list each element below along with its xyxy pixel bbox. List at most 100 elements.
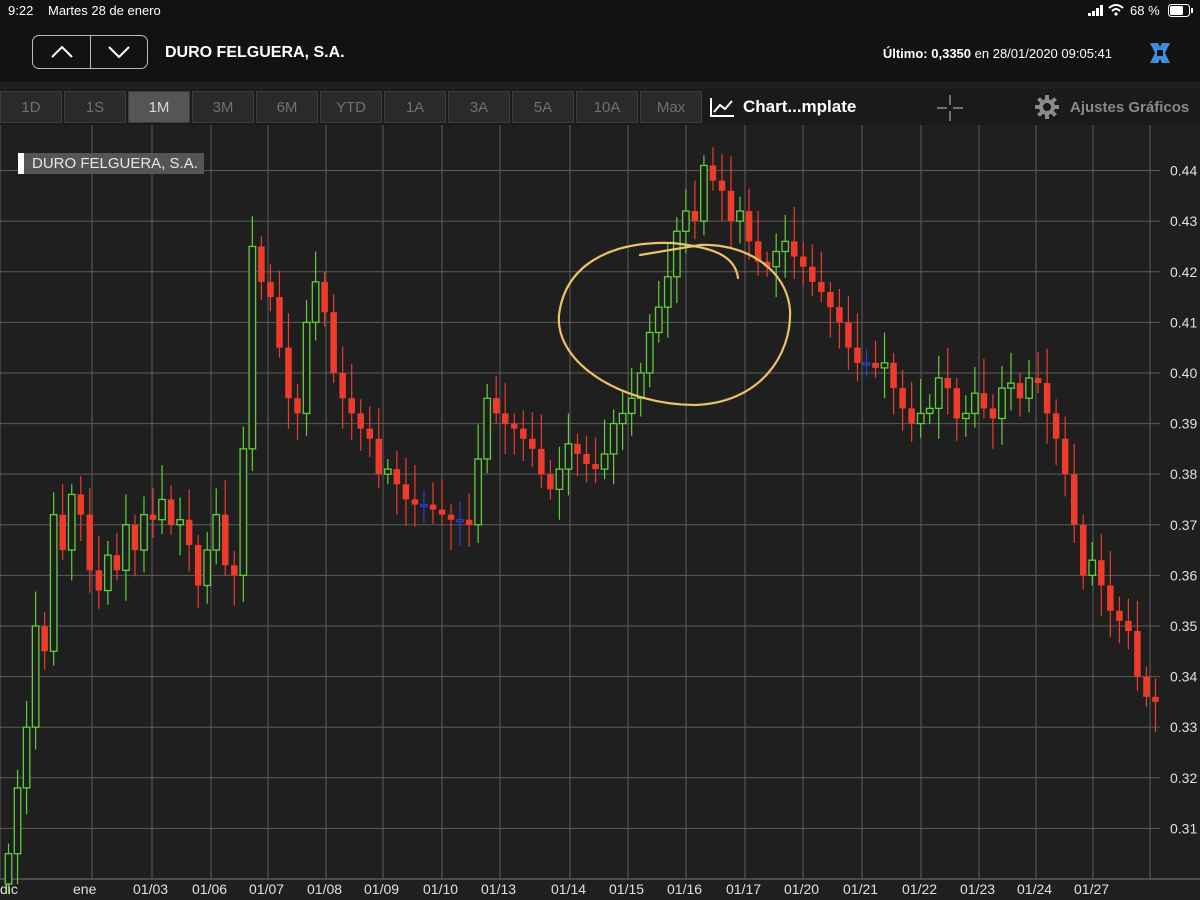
- x-tick-label: 01/14: [551, 881, 586, 897]
- period-tab-3m[interactable]: 3M: [192, 91, 254, 123]
- y-tick-label: 0.39: [1170, 416, 1197, 432]
- candle-body: [700, 164, 708, 222]
- candle-body: [908, 408, 915, 424]
- chevron-up-icon: [50, 45, 73, 58]
- candle-body: [880, 362, 889, 369]
- x-tick-label: 01/03: [133, 881, 168, 897]
- signal-icon: [1088, 5, 1103, 16]
- candle-body: [13, 787, 22, 855]
- next-button[interactable]: [90, 36, 147, 68]
- candle-body: [339, 372, 346, 399]
- candle-body: [122, 524, 130, 571]
- candle-body: [176, 519, 185, 526]
- candle-body: [59, 514, 66, 551]
- candle-body: [438, 509, 446, 515]
- candle-body: [276, 297, 283, 348]
- candle-body: [1016, 383, 1024, 399]
- period-tab-1d[interactable]: 1D: [0, 91, 62, 123]
- previous-button[interactable]: [33, 36, 91, 68]
- candle-body: [1025, 377, 1033, 399]
- candle-body: [809, 266, 816, 282]
- candle-body: [772, 250, 781, 268]
- x-tick-label: 01/10: [423, 881, 458, 897]
- candle-body: [311, 281, 320, 324]
- candle-body: [203, 549, 212, 587]
- candle-body: [609, 422, 618, 455]
- line-chart-icon: [710, 98, 734, 117]
- candle-body: [890, 362, 897, 389]
- period-tab-1s[interactable]: 1S: [64, 91, 126, 123]
- candle-body: [592, 464, 599, 470]
- x-tick-label: 01/22: [902, 881, 937, 897]
- candle-body: [1143, 676, 1150, 697]
- candle-body: [781, 240, 790, 253]
- candle-body: [483, 397, 492, 460]
- candle-body: [1070, 474, 1078, 525]
- chart-template-button[interactable]: Chart...mplate: [709, 93, 856, 121]
- candle-body: [212, 514, 221, 551]
- period-tab-1m[interactable]: 1M: [128, 91, 190, 123]
- battery-percent: 68 %: [1130, 3, 1160, 18]
- brand-logo-icon[interactable]: [1148, 41, 1172, 65]
- candle-body: [41, 625, 48, 652]
- period-tab-10a[interactable]: 10A: [576, 91, 638, 123]
- candle-body: [989, 408, 997, 419]
- candle-body: [429, 504, 437, 510]
- status-date: Martes 28 de enero: [48, 3, 161, 18]
- x-tick-label: 01/20: [784, 881, 819, 897]
- candle-body: [267, 281, 274, 298]
- candle-body: [520, 428, 527, 439]
- x-tick-label: 01/13: [481, 881, 516, 897]
- x-tick-label: 01/08: [307, 881, 342, 897]
- period-tab-ytd[interactable]: YTD: [320, 91, 382, 123]
- candle-body: [348, 398, 355, 414]
- period-tab-5a[interactable]: 5A: [512, 91, 574, 123]
- candle-body: [67, 493, 76, 551]
- x-tick-label: 01/15: [609, 881, 644, 897]
- y-tick-label: 0.33: [1170, 719, 1197, 735]
- candle-body: [727, 190, 735, 222]
- x-tick-label: 01/24: [1017, 881, 1052, 897]
- battery-icon: [1168, 4, 1193, 17]
- candle-body: [636, 372, 645, 399]
- candle-body: [239, 448, 248, 577]
- candle-body: [583, 453, 590, 465]
- period-tab-6m[interactable]: 6M: [256, 91, 318, 123]
- candle-body: [22, 726, 31, 789]
- chevron-down-icon: [107, 46, 130, 59]
- candle-body: [827, 291, 834, 308]
- candle-body: [618, 412, 627, 425]
- candle-body: [302, 321, 311, 415]
- candle-body: [899, 388, 906, 409]
- candle-body: [131, 524, 139, 551]
- candle-body: [411, 499, 419, 505]
- candle-body: [321, 281, 328, 313]
- crosshair-icon[interactable]: [935, 93, 965, 123]
- candle-body: [149, 514, 157, 520]
- candle-body: [330, 312, 337, 373]
- candle-body: [1034, 378, 1042, 384]
- chart-template-label: Chart...mplate: [743, 97, 857, 116]
- candle-body: [222, 514, 229, 566]
- x-tick-label: 01/27: [1074, 881, 1109, 897]
- candle-body: [113, 555, 121, 571]
- y-tick-label: 0.38: [1170, 466, 1197, 482]
- last-price-timestamp: en 28/01/2020 09:05:41: [974, 46, 1112, 61]
- period-tab-max[interactable]: Max: [640, 91, 702, 123]
- candlestick-chart[interactable]: 0.31 0.32 0.33 0.34 0.35 0.36 0.37 0.38 0.39 0.40…: [0, 125, 1200, 900]
- x-tick-label: 01/17: [726, 881, 761, 897]
- chart-settings-button[interactable]: Ajustes Gráficos: [1034, 93, 1189, 121]
- period-tab-3a[interactable]: 3A: [448, 91, 510, 123]
- candle-body: [258, 246, 265, 282]
- status-bar: 9:22 Martes 28 de enero 68 %: [0, 0, 1200, 22]
- candle-body: [158, 498, 166, 521]
- candles: [4, 147, 1159, 895]
- candle-body: [627, 397, 636, 415]
- y-tick-label: 0.44: [1170, 163, 1197, 179]
- candle-body: [294, 398, 301, 414]
- period-tab-1a[interactable]: 1A: [384, 91, 446, 123]
- candle-body: [77, 494, 85, 515]
- instrument-title: DURO FELGUERA, S.A.: [165, 44, 345, 61]
- candle-body: [800, 256, 807, 267]
- y-tick-label: 0.35: [1170, 618, 1197, 634]
